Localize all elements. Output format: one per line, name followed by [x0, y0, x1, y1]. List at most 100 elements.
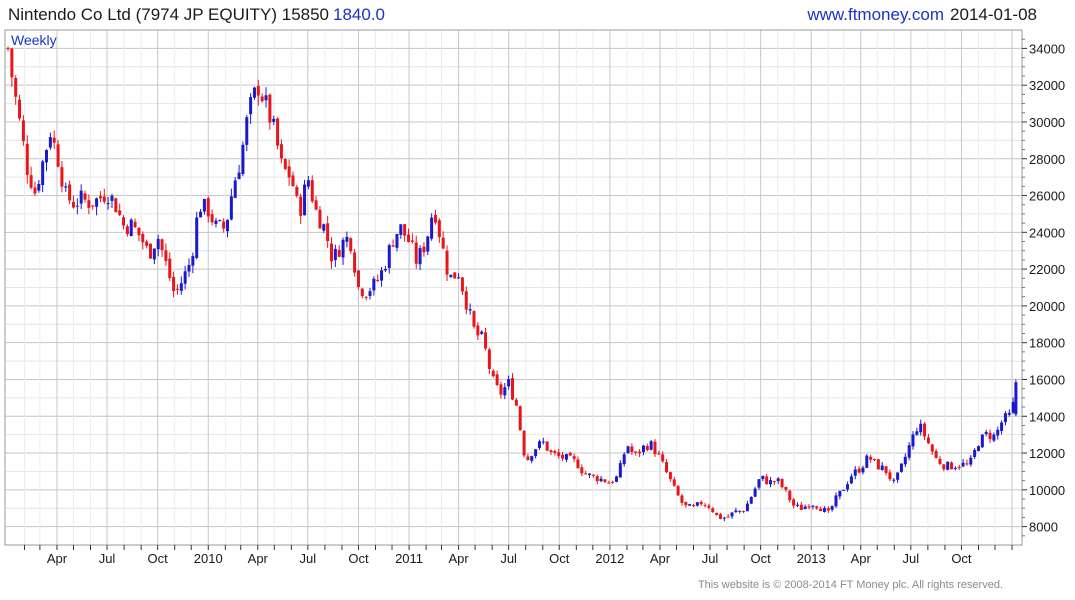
- candle: [896, 472, 900, 483]
- candle: [264, 87, 268, 108]
- candle-body: [992, 434, 996, 441]
- candle: [60, 161, 64, 193]
- candle-body: [214, 220, 218, 224]
- candle-body: [464, 291, 468, 310]
- candle: [649, 440, 653, 451]
- candle: [279, 139, 283, 164]
- candle: [715, 512, 719, 516]
- candle-body: [537, 441, 541, 449]
- candle-body: [842, 489, 846, 491]
- candle-body: [503, 387, 507, 396]
- candle-body: [772, 481, 776, 483]
- candle-body: [291, 175, 295, 187]
- candle-body: [961, 462, 965, 467]
- candle: [468, 303, 472, 315]
- candle-body: [56, 144, 60, 167]
- candle-body: [256, 85, 260, 96]
- candle-body: [156, 238, 160, 250]
- candle-body: [942, 464, 946, 470]
- candle: [849, 473, 853, 485]
- candle: [599, 475, 603, 483]
- candle: [168, 252, 172, 281]
- candle: [749, 496, 753, 505]
- candle: [988, 429, 992, 444]
- candle: [572, 453, 576, 463]
- candle-body: [195, 217, 199, 258]
- candle: [206, 196, 210, 223]
- candle-body: [407, 234, 411, 242]
- y-tick-label: 8000: [1029, 520, 1058, 535]
- candle-body: [549, 450, 553, 452]
- candle-body: [376, 279, 380, 281]
- candle-body: [460, 277, 464, 292]
- candle-body: [125, 226, 129, 235]
- candle-body: [857, 468, 861, 473]
- candle-body: [819, 508, 823, 512]
- candle: [822, 506, 826, 513]
- candle: [360, 287, 364, 299]
- candle: [911, 431, 915, 450]
- candle-body: [522, 431, 526, 456]
- candle: [595, 474, 599, 485]
- candle: [95, 197, 99, 216]
- candle-body: [896, 472, 900, 480]
- candle-body: [10, 48, 14, 78]
- candle: [329, 237, 333, 269]
- candle-body: [299, 196, 303, 216]
- candle-body: [241, 144, 245, 175]
- candle-body: [607, 482, 611, 484]
- candle: [703, 502, 707, 508]
- candle-body: [98, 196, 102, 199]
- candle: [769, 476, 773, 488]
- candle: [472, 310, 476, 329]
- candle: [430, 213, 434, 241]
- candle: [857, 466, 861, 474]
- candle: [114, 197, 118, 213]
- candle: [861, 465, 865, 475]
- candle: [422, 242, 426, 257]
- candle: [314, 196, 318, 211]
- candle-body: [453, 272, 457, 279]
- x-tick-label: 2010: [194, 551, 223, 566]
- candle: [684, 501, 688, 508]
- candle-body: [433, 214, 437, 223]
- x-tick-label: Oct: [549, 551, 570, 566]
- candle-body: [437, 220, 441, 238]
- candle-body: [129, 219, 133, 237]
- x-tick-label: 2012: [595, 551, 624, 566]
- candle: [819, 506, 823, 512]
- candle: [880, 462, 884, 471]
- candle: [957, 464, 961, 471]
- candle: [1000, 420, 1004, 435]
- candle-body: [114, 198, 118, 213]
- candle: [765, 473, 769, 485]
- candle: [480, 330, 484, 335]
- x-tick-label: Jul: [99, 551, 116, 566]
- candle-body: [665, 462, 669, 473]
- candle: [353, 248, 357, 277]
- candle: [799, 501, 803, 510]
- candle-body: [595, 476, 599, 482]
- candle-body: [279, 144, 283, 159]
- candle: [241, 141, 245, 177]
- candle: [826, 506, 830, 514]
- candle-body: [788, 490, 792, 501]
- candle: [934, 448, 938, 459]
- candle-body: [329, 243, 333, 262]
- candle: [33, 181, 37, 196]
- candle-body: [695, 502, 699, 506]
- candle-body: [969, 457, 973, 465]
- candle-body: [83, 193, 87, 200]
- x-tick-label: Apr: [650, 551, 671, 566]
- candle-body: [576, 459, 580, 469]
- candle-body: [318, 209, 322, 229]
- candle: [626, 445, 630, 454]
- x-tick-label: Apr: [448, 551, 469, 566]
- candle: [118, 203, 122, 217]
- candle: [464, 286, 468, 315]
- candle: [137, 227, 141, 242]
- candle: [376, 274, 380, 283]
- y-tick-label: 18000: [1029, 336, 1065, 351]
- candle-body: [1014, 382, 1018, 415]
- candle-body: [568, 452, 572, 456]
